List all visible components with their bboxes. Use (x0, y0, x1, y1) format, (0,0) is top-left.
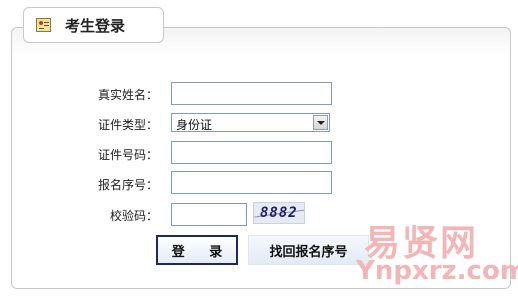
name-label: 真实姓名： (97, 88, 158, 102)
captcha-input[interactable] (171, 203, 247, 226)
registration-number-input[interactable] (171, 171, 332, 194)
id-type-select[interactable]: 身份证 (171, 113, 330, 132)
panel-tab: 考生登录 (23, 7, 164, 43)
name-input[interactable] (171, 82, 332, 105)
chevron-down-icon[interactable] (313, 115, 328, 130)
id-number-label: 证件号码： (97, 148, 158, 162)
id-number-input[interactable] (171, 141, 332, 164)
captcha-image-text: 8882 (260, 205, 298, 221)
id-card-icon (36, 18, 51, 32)
registration-label: 报名序号： (97, 178, 158, 192)
id-type-label: 证件类型： (97, 118, 158, 132)
captcha-label: 校验码： (109, 209, 158, 223)
panel-title: 考生登录 (65, 17, 126, 35)
captcha-image[interactable]: 8882 (253, 202, 305, 224)
find-registration-button[interactable]: 找回报名序号 (248, 235, 369, 265)
id-type-selected-value: 身份证 (176, 118, 213, 132)
login-button[interactable]: 登 录 (156, 235, 238, 265)
